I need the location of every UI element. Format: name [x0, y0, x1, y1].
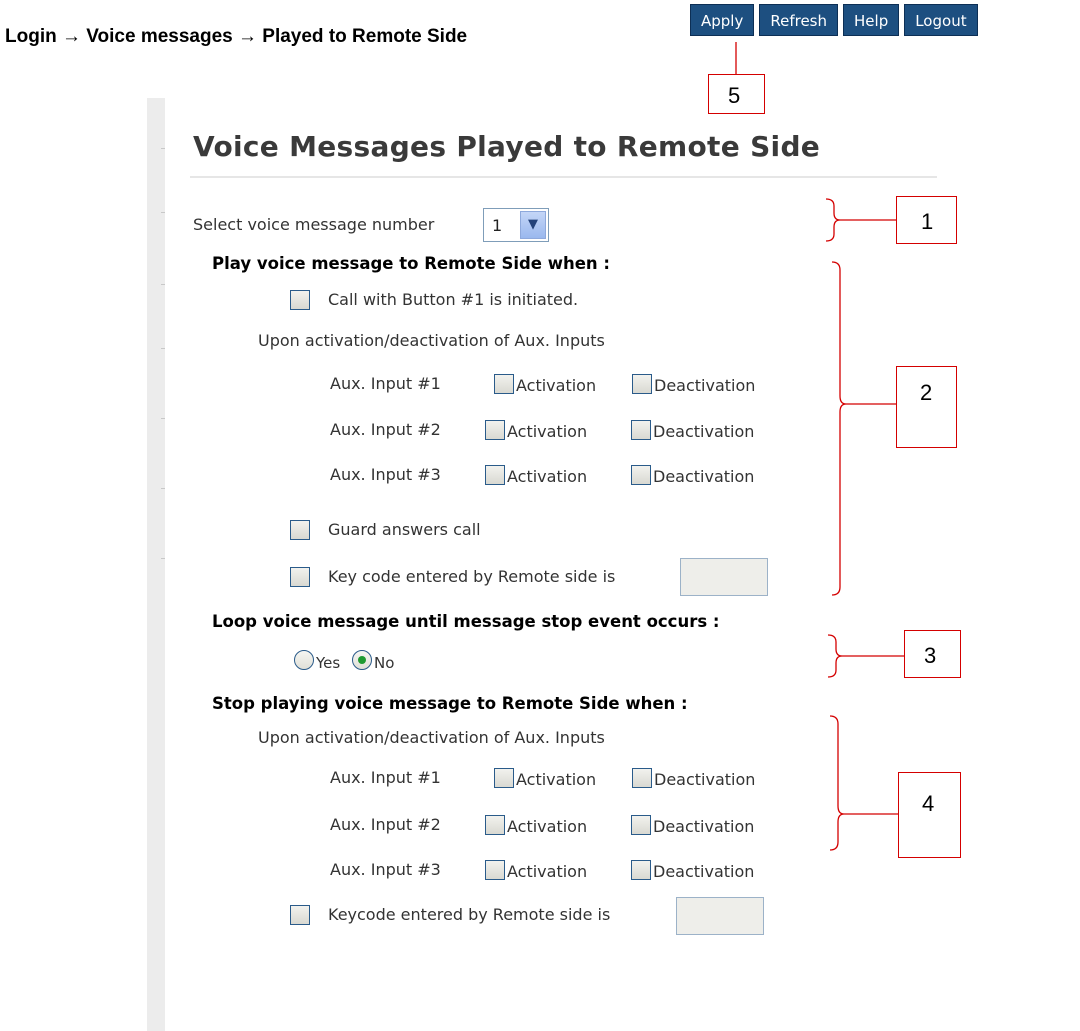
annotation-lines — [735, 42, 904, 851]
callout-4-number: 4 — [922, 791, 935, 816]
callout-2: 2 — [896, 366, 957, 448]
callout-5: 5 — [708, 74, 765, 114]
callout-3: 3 — [904, 630, 961, 678]
callout-4: 4 — [898, 772, 961, 858]
callout-1: 1 — [896, 196, 957, 244]
callout-2-number: 2 — [920, 380, 933, 405]
callout-3-number: 3 — [924, 643, 937, 668]
callout-5-number: 5 — [728, 83, 741, 108]
callout-1-number: 1 — [921, 209, 934, 234]
